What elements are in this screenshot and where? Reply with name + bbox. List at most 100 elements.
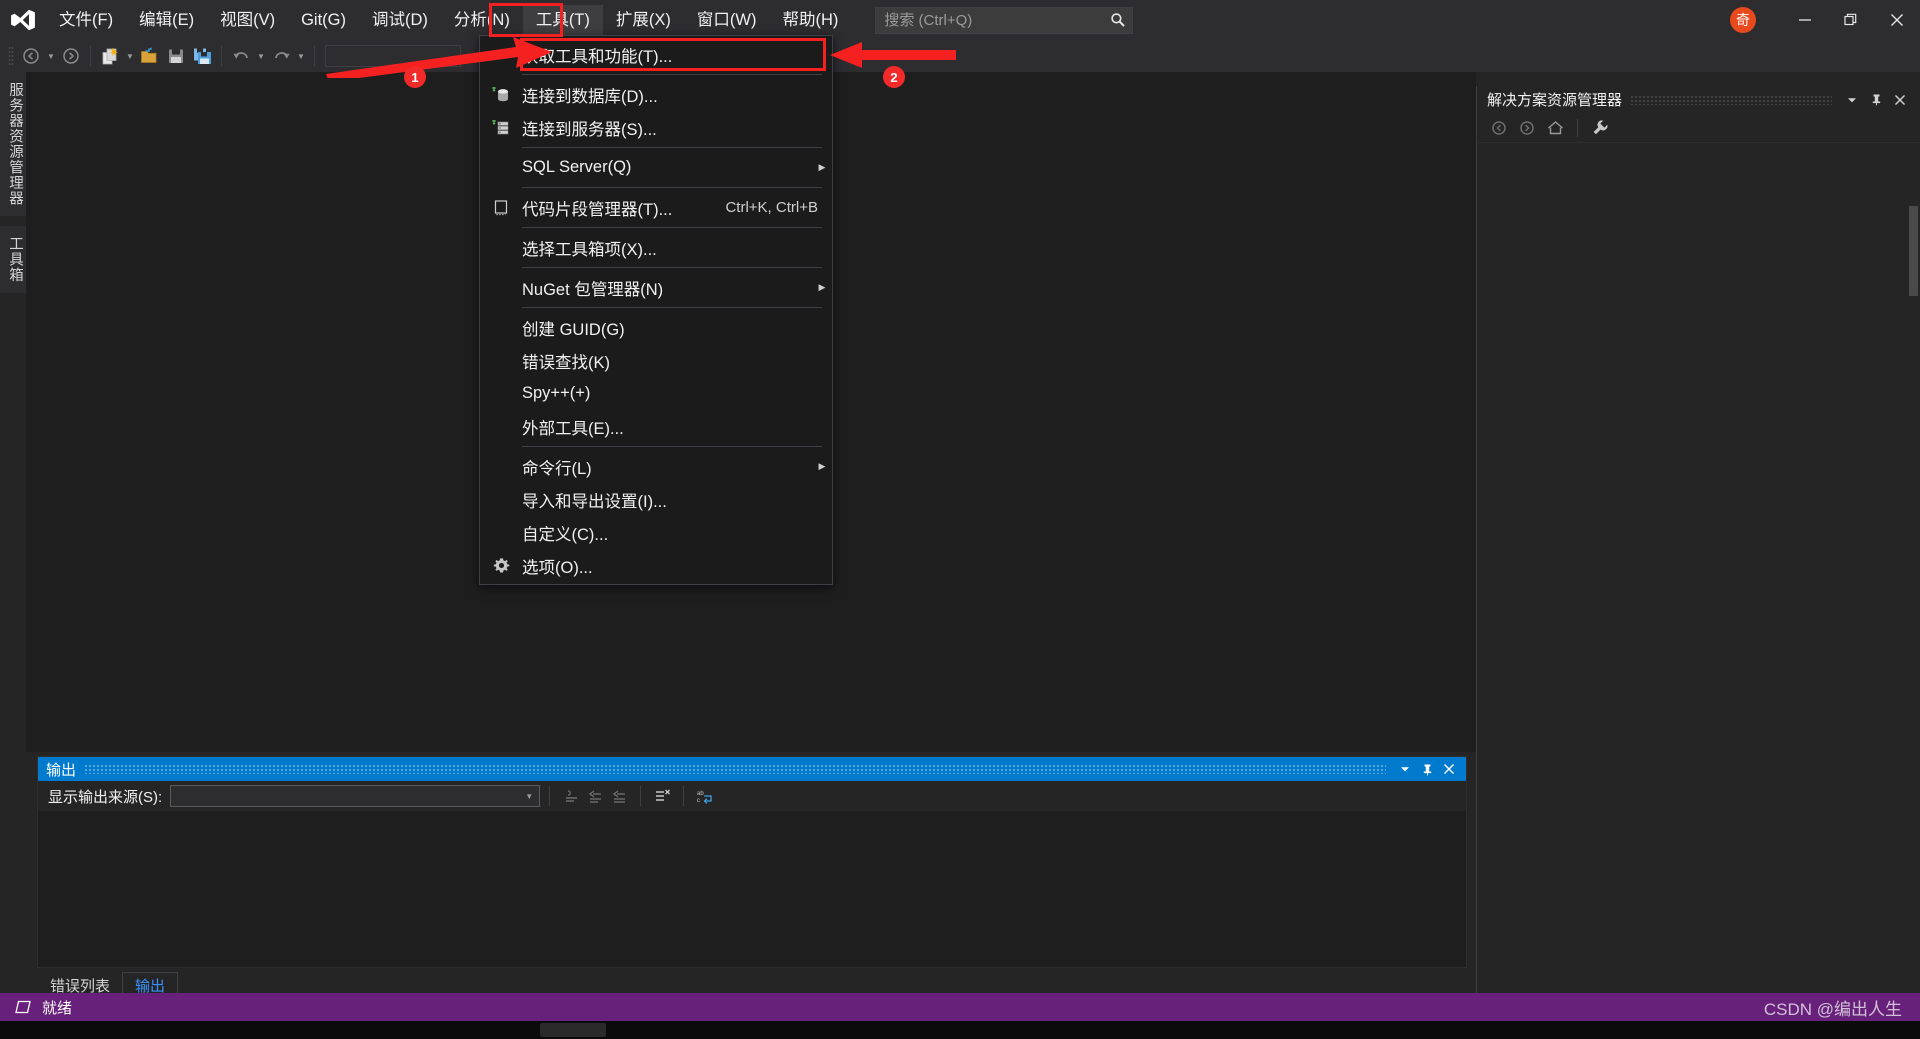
sidebar-tab-toolbox-label: 工具箱: [7, 236, 23, 283]
visual-studio-logo-icon: [0, 0, 46, 40]
menu-item-spy-plus-plus[interactable]: Spy++(+): [480, 377, 832, 410]
redo-dropdown-icon[interactable]: ▼: [294, 44, 308, 68]
redo-icon[interactable]: [268, 44, 294, 68]
clear-all-icon[interactable]: [650, 784, 674, 808]
undo-dropdown-icon[interactable]: ▼: [254, 44, 268, 68]
search-box[interactable]: [875, 6, 1134, 34]
home-icon[interactable]: [1543, 116, 1567, 140]
submenu-arrow-icon: ▶: [818, 461, 826, 471]
menu-item-create-guid[interactable]: 创建 GUID(G): [480, 311, 832, 344]
output-body[interactable]: [38, 811, 1466, 966]
goto-message-icon[interactable]: [559, 784, 583, 808]
restore-button[interactable]: [1828, 0, 1874, 40]
close-icon[interactable]: [1438, 757, 1460, 781]
menu-extensions[interactable]: 扩展(X): [603, 5, 684, 35]
menu-item-command-line[interactable]: 命令行(L) ▶: [480, 450, 832, 483]
menu-item-import-export-settings[interactable]: 导入和导出设置(I)...: [480, 483, 832, 516]
menu-debug[interactable]: 调试(D): [359, 5, 441, 35]
next-message-icon[interactable]: [607, 784, 631, 808]
menu-item-sql-server[interactable]: SQL Server(Q) ▶: [480, 151, 832, 184]
menu-tools[interactable]: 工具(T): [522, 5, 603, 35]
solution-explorer-scrollbar[interactable]: [1909, 206, 1918, 296]
menu-item-get-tools-and-features[interactable]: 获取工具和功能(T)...: [480, 38, 832, 71]
svg-text:ab: ab: [697, 791, 704, 797]
navigate-forward-icon[interactable]: [58, 44, 84, 68]
menu-item-choose-toolbox-items[interactable]: 选择工具箱项(X)...: [480, 231, 832, 264]
menu-tools-label: 工具(T): [535, 11, 590, 29]
solution-explorer-title: 解决方案资源管理器: [1487, 92, 1623, 109]
pin-icon[interactable]: [1416, 757, 1438, 781]
menu-item-label: 导入和导出设置(I)...: [522, 492, 667, 511]
open-folder-icon[interactable]: [137, 44, 163, 68]
menu-file[interactable]: 文件(F): [46, 5, 126, 35]
menu-separator: [522, 446, 822, 447]
undo-icon[interactable]: [228, 44, 254, 68]
minimize-button[interactable]: [1782, 0, 1828, 40]
menu-analyze-label: 分析(N): [453, 11, 510, 29]
wrench-icon[interactable]: [1588, 116, 1612, 140]
word-wrap-icon[interactable]: ab c: [693, 784, 717, 808]
submenu-arrow-icon: ▶: [818, 282, 826, 292]
visual-studio-window: 文件(F) 编辑(E) 视图(V) Git(G) 调试(D) 分析(N) 工具(…: [0, 0, 1920, 1039]
new-file-icon[interactable]: [97, 44, 123, 68]
save-all-icon[interactable]: [189, 44, 215, 68]
code-snippet-icon: [480, 199, 522, 217]
navigate-backward-dropdown-icon[interactable]: ▼: [44, 44, 58, 68]
menu-item-label: 选项(O)...: [522, 558, 593, 577]
toolbar-separator-3: [314, 46, 315, 66]
menu-analyze[interactable]: 分析(N): [441, 5, 523, 35]
chevron-down-icon[interactable]: [1840, 88, 1864, 112]
menu-item-nuget-package-manager[interactable]: NuGet 包管理器(N) ▶: [480, 271, 832, 304]
menu-edit-label: 编辑(E): [139, 11, 195, 29]
menu-file-label: 文件(F): [59, 11, 114, 29]
solution-explorer-panel: 解决方案资源管理器: [1476, 86, 1920, 994]
new-file-dropdown-icon[interactable]: ▼: [123, 44, 137, 68]
solution-explorer-header: 解决方案资源管理器: [1477, 86, 1920, 113]
menu-item-label: 错误查找(K): [522, 353, 610, 372]
svg-text:c: c: [697, 798, 700, 804]
menu-item-error-lookup[interactable]: 错误查找(K): [480, 344, 832, 377]
toolbar-grip[interactable]: [8, 46, 18, 66]
menu-item-connect-to-server[interactable]: 连接到服务器(S)...: [480, 111, 832, 144]
output-source-select[interactable]: ▼: [170, 785, 541, 807]
save-icon[interactable]: [163, 44, 189, 68]
menu-help[interactable]: 帮助(H): [769, 5, 851, 35]
menu-git[interactable]: Git(G): [288, 5, 359, 35]
drag-dots[interactable]: [1630, 94, 1832, 105]
menu-edit[interactable]: 编辑(E): [126, 5, 207, 35]
chevron-down-icon[interactable]: [1394, 757, 1416, 781]
output-source-label: 显示输出来源(S):: [48, 788, 163, 806]
close-button[interactable]: [1874, 0, 1920, 40]
menu-view[interactable]: 视图(V): [207, 5, 288, 35]
menu-bar: 文件(F) 编辑(E) 视图(V) Git(G) 调试(D) 分析(N) 工具(…: [46, 0, 851, 40]
output-panel-title-bar: 输出: [38, 757, 1466, 781]
standard-toolbar: ▼ ▼ ▼ ▼: [0, 40, 1920, 72]
annotation-badge-1-number: 1: [411, 69, 419, 85]
taskbar-item[interactable]: [540, 1023, 606, 1037]
menu-item-external-tools[interactable]: 外部工具(E)...: [480, 410, 832, 443]
search-icon[interactable]: [1104, 12, 1132, 28]
previous-message-icon[interactable]: [583, 784, 607, 808]
menu-item-label: Spy++(+): [522, 384, 591, 402]
left-dock-rail: 服务器资源管理器 工具箱: [0, 72, 32, 972]
back-circle-icon[interactable]: [1487, 116, 1511, 140]
menu-item-options[interactable]: 选项(O)...: [480, 549, 832, 582]
menu-window[interactable]: 窗口(W): [684, 5, 770, 35]
connect-server-icon: [480, 118, 522, 138]
menu-item-label: 自定义(C)...: [522, 525, 609, 544]
toolbar-combo[interactable]: [325, 45, 461, 67]
search-input[interactable]: [876, 11, 1105, 29]
pin-icon[interactable]: [1864, 88, 1888, 112]
menu-item-customize[interactable]: 自定义(C)...: [480, 516, 832, 549]
forward-circle-icon[interactable]: [1515, 116, 1539, 140]
menu-item-connect-to-database[interactable]: 连接到数据库(D)...: [480, 78, 832, 111]
toolbar-separator-2: [221, 46, 222, 66]
close-icon[interactable]: [1888, 88, 1912, 112]
menu-item-code-snippets-manager[interactable]: 代码片段管理器(T)... Ctrl+K, Ctrl+B: [480, 191, 832, 224]
drag-dots[interactable]: [84, 764, 1386, 774]
menu-item-label: 外部工具(E)...: [522, 419, 624, 438]
ready-icon: [14, 1000, 32, 1014]
navigate-backward-icon[interactable]: [18, 44, 44, 68]
toolbar-separator-3: [683, 786, 685, 806]
avatar[interactable]: 奇: [1730, 7, 1756, 33]
